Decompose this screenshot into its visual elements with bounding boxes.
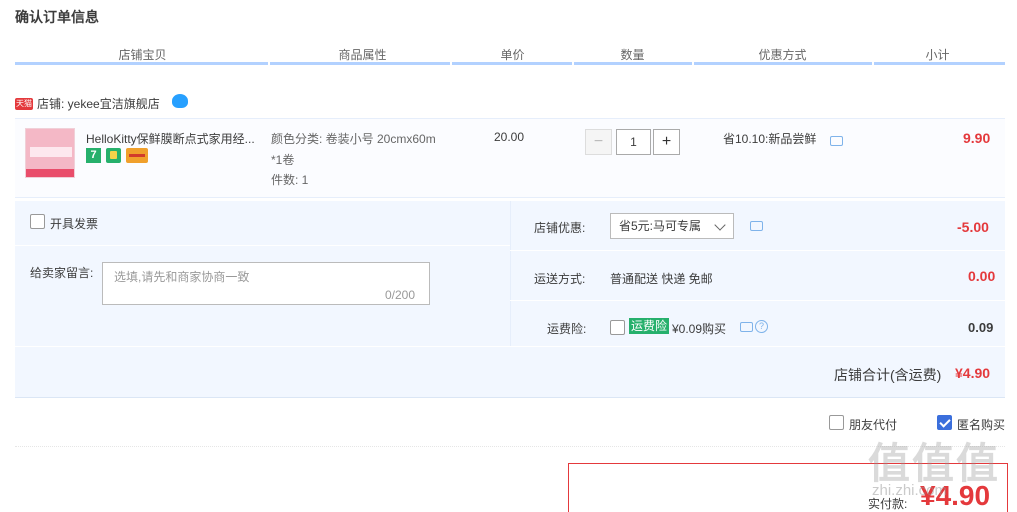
header-separator	[268, 62, 270, 65]
item-subtotal: 9.90	[963, 130, 991, 146]
header-separator	[572, 62, 574, 65]
shop-row: 天猫 店铺: yekee宜洁旗舰店	[15, 93, 188, 112]
insurance-label: 运费险:	[547, 322, 587, 336]
product-thumbnail[interactable]	[25, 128, 75, 178]
section-divider	[15, 446, 1005, 447]
quantity-increase-button[interactable]: +	[653, 129, 680, 155]
header-separator	[450, 62, 452, 65]
promo-text: 省10.10:新品尝鲜	[723, 132, 817, 146]
tmall-badge-icon: 天猫	[15, 97, 33, 110]
help-icon[interactable]: ?	[755, 320, 768, 333]
shop-discount-selected: 省5元:马可专属	[619, 219, 702, 233]
watermark-url: zhi.zhi.com	[872, 482, 948, 499]
options-row-divider	[15, 245, 510, 246]
header-separator	[872, 62, 874, 65]
options-row-divider	[510, 250, 1005, 251]
message-label: 给卖家留言:	[30, 266, 94, 280]
product-attr-color: 颜色分类: 卷装小号 20cmx60m	[271, 132, 436, 146]
invoice-label: 开具发票	[50, 217, 99, 231]
message-placeholder: 选填,请先和商家协商一致	[114, 270, 250, 284]
header-shop-item: 店铺宝贝	[118, 48, 167, 62]
thumbnail-strip	[26, 169, 74, 177]
shipping-value: 0.00	[968, 268, 996, 284]
quantity-decrease-button[interactable]: −	[585, 129, 612, 155]
card-payment-icon	[126, 148, 148, 163]
certified-icon	[106, 148, 121, 163]
options-row-divider	[510, 300, 1005, 301]
shop-total-value: ¥4.90	[955, 365, 991, 381]
product-name-link[interactable]: HelloKitty保鲜膜断点式家用经...	[86, 130, 266, 147]
insurance-badge: 运费险	[629, 318, 670, 334]
seven-day-return-icon: 7	[86, 148, 101, 163]
shop-total-label: 店铺合计(含运费)	[834, 367, 942, 383]
chevron-down-icon	[714, 219, 726, 231]
product-attr-count: 件数: 1	[271, 173, 309, 187]
anonymous-checkbox[interactable]	[937, 415, 952, 430]
shop-discount-select[interactable]: 省5元:马可专属	[610, 213, 734, 239]
chat-wangwang-icon[interactable]	[171, 93, 188, 108]
insurance-value: 0.09	[968, 320, 994, 335]
comment-icon[interactable]	[830, 136, 843, 146]
shop-name-link[interactable]: 店铺: yekee宜洁旗舰店	[37, 95, 160, 112]
header-underline	[15, 62, 1005, 65]
shipping-label: 运送方式:	[534, 272, 586, 286]
comment-icon[interactable]	[740, 322, 753, 332]
header-discount: 优惠方式	[758, 48, 807, 62]
shipping-method: 普通配送 快递 免邮	[610, 272, 713, 286]
header-attributes: 商品属性	[338, 48, 387, 62]
invoice-checkbox[interactable]	[30, 214, 45, 229]
quantity-input[interactable]: 1	[616, 129, 651, 155]
thumbnail-wrap-graphic	[30, 147, 72, 157]
message-char-count: 0/200	[385, 288, 416, 302]
friend-pay-checkbox[interactable]	[829, 415, 844, 430]
comment-icon[interactable]	[750, 221, 763, 231]
shop-discount-label: 店铺优惠:	[534, 221, 586, 235]
shop-discount-value: -5.00	[957, 219, 989, 235]
page-title: 确认订单信息	[15, 9, 99, 25]
header-separator	[692, 62, 694, 65]
unit-price: 20.00	[494, 130, 525, 144]
product-attr-roll: *1卷	[271, 153, 295, 167]
options-divider	[510, 201, 511, 346]
total-row-divider	[15, 346, 1005, 347]
insurance-price: ¥0.09购买	[672, 322, 727, 336]
header-quantity: 数量	[620, 48, 645, 62]
insurance-checkbox[interactable]	[610, 320, 625, 335]
header-unit-price: 单价	[500, 48, 525, 62]
header-subtotal: 小计	[925, 48, 950, 62]
